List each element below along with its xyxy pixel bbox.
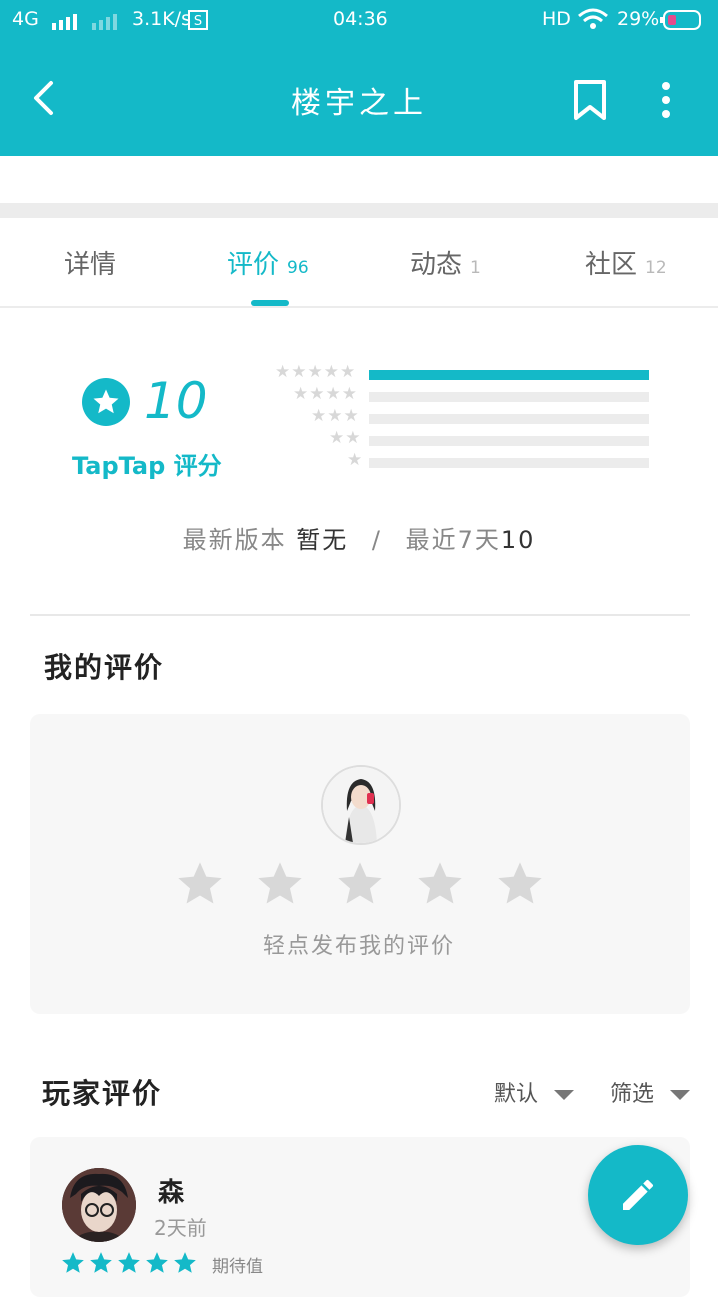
rating-row-1: ★	[260, 450, 660, 472]
chevron-down-icon	[554, 1090, 575, 1100]
player-reviews-title: 玩家评价	[42, 1077, 163, 1110]
chevron-down-icon	[670, 1090, 691, 1100]
tab-count: 96	[287, 258, 309, 278]
filter-dropdown[interactable]: 筛选	[610, 1076, 691, 1108]
summary-separator: /	[371, 526, 382, 554]
latest-version-label: 最新版本	[182, 526, 287, 554]
wifi-icon	[577, 8, 609, 35]
bookmark-button[interactable]	[568, 76, 612, 124]
rate-star-3[interactable]	[334, 858, 386, 910]
battery-icon	[660, 9, 704, 36]
tab-count: 1	[470, 258, 481, 278]
star-icon	[146, 1252, 168, 1273]
star-icon	[178, 862, 222, 904]
star-count-icons: ★★★★★	[275, 362, 357, 382]
sort-label: 默认	[494, 1082, 539, 1107]
recent-rating-label: 最近7天	[405, 526, 501, 554]
star-icon	[258, 862, 302, 904]
rating-row-4: ★★★★	[260, 384, 660, 406]
more-vertical-icon	[662, 82, 670, 118]
rate-star-2[interactable]	[254, 858, 306, 910]
more-button[interactable]	[648, 78, 684, 122]
tab-reviews[interactable]: 评价 96	[227, 244, 309, 281]
review-tag: 期待值	[212, 1257, 263, 1277]
star-icon	[338, 862, 382, 904]
my-review-hint: 轻点发布我的评价	[262, 934, 455, 959]
rate-star-1[interactable]	[174, 858, 226, 910]
tab-count: 12	[645, 258, 667, 278]
rate-star-5[interactable]	[494, 858, 546, 910]
svg-text:S: S	[194, 14, 202, 29]
user-avatar[interactable]	[62, 1168, 136, 1242]
my-avatar	[321, 765, 401, 845]
tab-details[interactable]: 详情	[64, 244, 116, 281]
rating-row-2: ★★	[260, 428, 660, 450]
latest-version-value: 暂无	[296, 526, 349, 554]
tab-label: 详情	[64, 250, 117, 280]
star-icon	[62, 1252, 84, 1273]
star-icon	[418, 862, 462, 904]
sort-dropdown[interactable]: 默认	[494, 1076, 575, 1108]
tab-label: 评价	[227, 250, 280, 280]
write-review-button[interactable]	[588, 1145, 688, 1245]
rating-bar	[369, 436, 649, 446]
star-icon	[118, 1252, 140, 1273]
review-stars	[60, 1250, 200, 1280]
rating-source-label: TapTap 评分	[72, 452, 222, 480]
rating-bar	[369, 370, 649, 380]
bookmark-icon	[574, 80, 606, 120]
battery-percent: 29%	[617, 8, 660, 30]
app-bar: 楼宇之上	[0, 40, 718, 156]
status-bar: 4G 3.1K/s S 04:36 HD 29%	[0, 0, 718, 40]
section-gap	[0, 203, 718, 218]
tab-bar: 详情 评价 96 动态 1 社区 12	[0, 218, 718, 308]
tab-community[interactable]: 社区 12	[585, 244, 667, 281]
rating-bar	[369, 392, 649, 402]
network-type: 4G	[12, 8, 39, 30]
rate-star-4[interactable]	[414, 858, 466, 910]
star-icon	[90, 1252, 112, 1273]
version-summary: 最新版本 暂无 / 最近7天10	[0, 520, 718, 555]
star-count-icons: ★★★★	[293, 384, 358, 404]
star-count-icons: ★★	[329, 428, 362, 448]
tab-updates[interactable]: 动态 1	[410, 244, 481, 281]
star-icon	[174, 1252, 196, 1273]
rating-bar	[369, 414, 649, 424]
recent-rating-value: 10	[500, 526, 536, 554]
review-username[interactable]: 森	[158, 1172, 184, 1209]
rating-row-5: ★★★★★	[260, 362, 660, 384]
active-tab-indicator	[251, 300, 289, 306]
pencil-icon	[623, 1180, 653, 1210]
rating-score: 10	[144, 372, 208, 430]
tab-label: 动态	[410, 250, 463, 280]
divider	[30, 614, 690, 616]
tab-label: 社区	[585, 250, 638, 280]
rating-row-3: ★★★	[260, 406, 660, 428]
rating-bar-fill	[369, 370, 649, 380]
network-speed: 3.1K/s	[132, 8, 191, 30]
sim-icon: S	[188, 10, 208, 35]
hd-indicator: HD	[542, 8, 571, 30]
filter-label: 筛选	[610, 1082, 655, 1107]
signal-icon	[52, 12, 122, 35]
rating-star-icon	[82, 378, 130, 426]
star-icon	[498, 862, 542, 904]
clock: 04:36	[333, 8, 388, 30]
rating-bar	[369, 458, 649, 468]
star-count-icons: ★★★	[311, 406, 360, 426]
star-count-icons: ★	[347, 450, 364, 470]
review-time: 2天前	[154, 1216, 207, 1240]
my-review-title: 我的评价	[44, 651, 165, 684]
